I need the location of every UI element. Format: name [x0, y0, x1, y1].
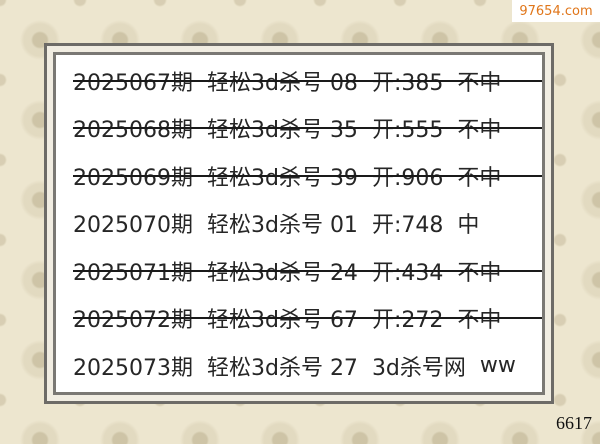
issue-number: 2025070期	[73, 213, 193, 239]
site-name: 3d杀号网	[371, 355, 466, 381]
strikethrough-line	[73, 127, 542, 130]
open-number: 开:748	[371, 213, 444, 239]
list-item: 2025069期 轻松3d杀号 39 开:906 不中	[56, 152, 542, 200]
issue-number: 2025073期	[73, 355, 193, 381]
strikethrough-line	[73, 269, 542, 272]
list-item: 2025067期 轻松3d杀号 08 开:385 不中	[56, 57, 542, 105]
list-item: 2025073期 轻松3d杀号 27 3d杀号网 ww	[56, 342, 542, 390]
list-item: 2025068期 轻松3d杀号 35 开:555 不中	[56, 105, 542, 153]
kill-number: 轻松3d杀号 01	[206, 213, 358, 239]
list-item: 2025071期 轻松3d杀号 24 开:434 不中	[56, 247, 542, 295]
strikethrough-line	[73, 79, 542, 82]
kill-number: 轻松3d杀号 27	[206, 355, 358, 381]
strikethrough-line	[73, 317, 542, 320]
result: 中	[457, 213, 480, 239]
list-item: 2025072期 轻松3d杀号 67 开:272 不中	[56, 295, 542, 343]
strikethrough-line	[73, 174, 542, 177]
list-item: 2025070期 轻松3d杀号 01 开:748 中	[56, 200, 542, 248]
image-number: 6617	[556, 413, 592, 433]
site-url-fragment: ww	[479, 353, 516, 379]
site-watermark: 97654.com	[512, 0, 600, 22]
kill-number-list: 2025067期 轻松3d杀号 08 开:385 不中 2025068期 轻松3…	[53, 52, 545, 395]
picture-frame: 2025067期 轻松3d杀号 08 开:385 不中 2025068期 轻松3…	[44, 43, 554, 404]
